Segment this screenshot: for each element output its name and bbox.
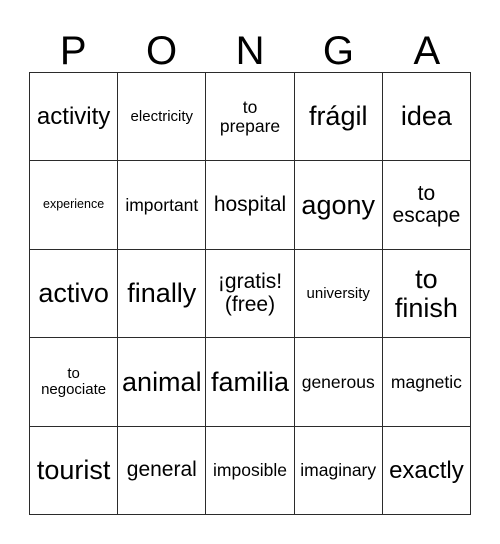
bingo-cell-label: electricity <box>130 107 194 125</box>
bingo-cell-r4-c3[interactable]: familia <box>206 338 295 427</box>
bingo-cell-r2-c3[interactable]: hospital <box>206 161 295 250</box>
bingo-header-letter-2: O <box>146 29 178 73</box>
bingo-cell-r5-c2[interactable]: general <box>118 426 207 516</box>
bingo-cell-label: generous <box>301 371 375 392</box>
bingo-row: activity electricity to prepare frágil idea <box>30 73 472 162</box>
bingo-row: to negociate animal familia generous magneti… <box>30 338 472 427</box>
bingo-cell-r3-c4[interactable]: university <box>294 249 383 339</box>
bingo-cell-r2-c4[interactable]: agony <box>294 161 383 250</box>
bingo-cell-label: ¡gratis! (free) <box>217 270 283 316</box>
bingo-cell-r2-c5[interactable]: to escape <box>382 161 472 250</box>
bingo-card: P O N G A activity electricity to prepare frági… <box>0 0 500 544</box>
bingo-grid: activity electricity to prepare frágil idea e… <box>29 72 472 516</box>
bingo-cell-label: finally <box>127 278 197 309</box>
bingo-cell-r3-c5[interactable]: to finish <box>382 249 472 339</box>
bingo-cell-r1-c5[interactable]: idea <box>382 73 472 162</box>
bingo-row: activo finally ¡gratis! (free) university to… <box>30 249 472 339</box>
bingo-cell-r1-c4[interactable]: frágil <box>294 73 383 162</box>
bingo-header-letter-5: A <box>413 29 441 73</box>
bingo-cell-label: important <box>125 194 199 215</box>
bingo-cell-r3-c3[interactable]: ¡gratis! (free) <box>206 249 295 339</box>
bingo-cell-label: activo <box>38 278 109 309</box>
bingo-header-letter-1: P <box>59 29 87 73</box>
bingo-cell-r5-c5[interactable]: exactly <box>382 426 472 516</box>
bingo-cell-label: animal <box>122 366 202 397</box>
bingo-cell-r3-c2[interactable]: finally <box>118 249 207 339</box>
bingo-cell-label: experience <box>43 197 105 212</box>
bingo-row: experience important hospital agony to escap… <box>30 161 472 250</box>
bingo-header-letter-4: G <box>322 29 354 73</box>
bingo-cell-label: imposible <box>213 460 287 481</box>
bingo-cell-r4-c1[interactable]: to negociate <box>30 338 119 427</box>
bingo-cell-label: activity <box>36 102 111 130</box>
bingo-cell-label: familia <box>210 366 290 397</box>
bingo-cell-label: hospital <box>213 192 287 216</box>
bingo-cell-label: imaginary <box>300 460 377 481</box>
bingo-cell-r4-c4[interactable]: generous <box>294 338 383 427</box>
bingo-cell-r2-c1[interactable]: experience <box>30 161 119 250</box>
bingo-header-letter-3: N <box>235 29 265 73</box>
bingo-cell-label: tourist <box>36 455 111 486</box>
bingo-cell-label: university <box>306 284 370 302</box>
bingo-cell-r5-c4[interactable]: imaginary <box>294 426 383 516</box>
bingo-cell-label: idea <box>400 101 452 132</box>
bingo-cell-r5-c1[interactable]: tourist <box>30 426 119 516</box>
bingo-cell-label: to escape <box>392 181 461 228</box>
bingo-cell-r4-c5[interactable]: magnetic <box>382 338 472 427</box>
bingo-cell-label: to finish <box>394 263 458 323</box>
bingo-cell-r1-c3[interactable]: to prepare <box>206 73 295 162</box>
bingo-cell-label: general <box>126 458 197 482</box>
bingo-cell-r5-c3[interactable]: imposible <box>206 426 295 516</box>
bingo-row: tourist general imposible imaginary exactly <box>30 426 472 516</box>
bingo-cell-r1-c2[interactable]: electricity <box>118 73 207 162</box>
bingo-cell-r1-c1[interactable]: activity <box>30 73 119 162</box>
bingo-cell-label: to prepare <box>219 97 281 136</box>
bingo-cell-r2-c2[interactable]: important <box>118 161 207 250</box>
bingo-cell-label: agony <box>301 189 375 220</box>
bingo-cell-label: magnetic <box>390 371 462 392</box>
bingo-header-letters: PONGA <box>29 18 471 72</box>
bingo-cell-label: frágil <box>308 101 368 132</box>
bingo-cell-r3-c1[interactable]: activo <box>30 249 119 339</box>
bingo-cell-label: to negociate <box>41 365 107 398</box>
bingo-cell-r4-c2[interactable]: animal <box>118 338 207 427</box>
bingo-cell-label: exactly <box>389 456 464 484</box>
